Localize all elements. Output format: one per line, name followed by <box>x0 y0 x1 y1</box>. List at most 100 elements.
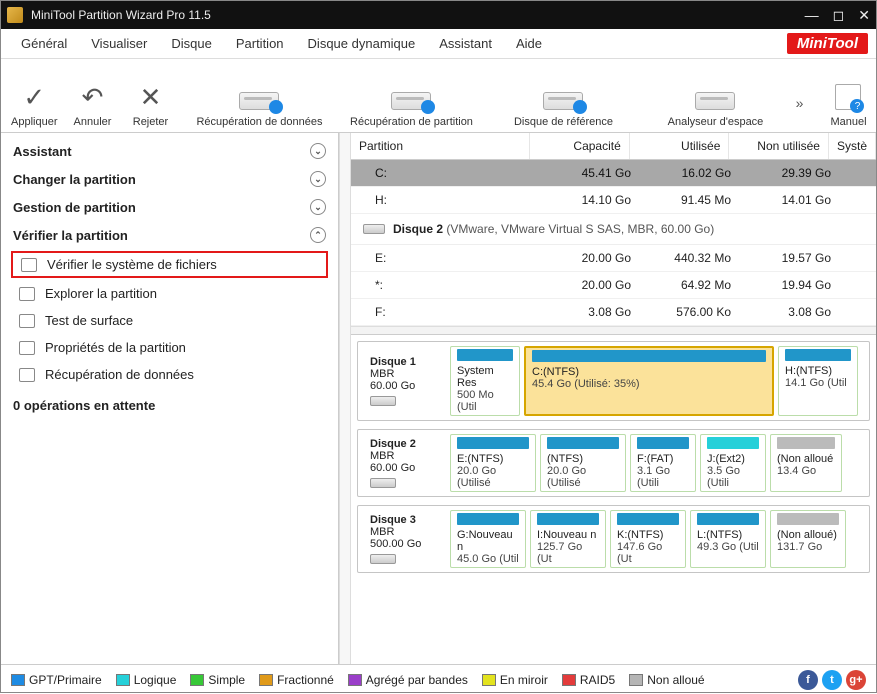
disk-icon <box>370 396 396 406</box>
sidebar-section-manage[interactable]: Gestion de partition⌄ <box>1 193 338 221</box>
partition-block[interactable]: J:(Ext2)3.5 Go (Utili <box>700 434 766 492</box>
benchmark-label: Disque de référence <box>514 116 613 128</box>
partition-recovery-button[interactable]: Récupération de partition <box>341 92 481 128</box>
legend-item: Simple <box>190 673 245 687</box>
menu-partition[interactable]: Partition <box>224 36 296 51</box>
chevron-down-icon: ⌄ <box>310 199 326 215</box>
benchmark-button[interactable]: Disque de référence <box>493 92 633 128</box>
disk-icon <box>543 92 583 110</box>
apply-button[interactable]: ✓Appliquer <box>7 84 61 128</box>
sidebar-item-data-recovery[interactable]: Récupération de données <box>1 361 338 388</box>
facebook-icon[interactable]: f <box>798 670 818 690</box>
space-analyzer-label: Analyseur d'espace <box>668 116 764 128</box>
partition-block[interactable]: (Non alloué)131.7 Go <box>770 510 846 568</box>
sidebar-item-properties[interactable]: Propriétés de la partition <box>1 334 338 361</box>
pending-operations-label: 0 opérations en attente <box>1 388 338 423</box>
book-icon: ? <box>835 84 861 110</box>
disk-icon <box>363 224 385 234</box>
partition-block[interactable]: H:(NTFS)14.1 Go (Util <box>778 346 858 416</box>
title-bar: MiniTool Partition Wizard Pro 11.5 — ◻ ✕ <box>1 1 876 29</box>
close-button[interactable]: ✕ <box>858 7 870 24</box>
menu-view[interactable]: Visualiser <box>79 36 159 51</box>
list-icon <box>19 341 35 355</box>
disk-icon <box>239 92 279 110</box>
partition-block[interactable]: G:Nouveau n45.0 Go (Util <box>450 510 526 568</box>
legend-item: Logique <box>116 673 177 687</box>
legend-item: GPT/Primaire <box>11 673 102 687</box>
toolbar-more-button[interactable]: » <box>789 96 809 128</box>
partition-table: C:45.41 Go16.02 Go29.39 GoH:14.10 Go91.4… <box>351 160 876 326</box>
undo-button[interactable]: ↶Annuler <box>65 84 119 128</box>
apply-label: Appliquer <box>11 116 57 128</box>
partition-block[interactable]: K:(NTFS)147.6 Go (Ut <box>610 510 686 568</box>
menu-general[interactable]: Général <box>9 36 79 51</box>
chevron-down-icon: ⌄ <box>310 143 326 159</box>
table-row[interactable]: *:20.00 Go64.92 Mo19.94 Go <box>351 272 876 299</box>
legend-item: RAID5 <box>562 673 615 687</box>
partition-block[interactable]: (Non alloué13.4 Go <box>770 434 842 492</box>
search-icon <box>19 287 35 301</box>
disk-card: Disque 3MBR500.00 GoG:Nouveau n45.0 Go (… <box>357 505 870 573</box>
partition-block[interactable]: L:(NTFS)49.3 Go (Util <box>690 510 766 568</box>
splitter[interactable] <box>339 133 351 664</box>
sidebar-section-verify[interactable]: Vérifier la partition⌃ <box>1 221 338 249</box>
sidebar-item-check-filesystem[interactable]: Vérifier le système de fichiers <box>11 251 328 278</box>
table-row[interactable]: H:14.10 Go91.45 Mo14.01 Go <box>351 187 876 214</box>
app-icon <box>7 7 23 23</box>
partition-block[interactable]: (NTFS)20.0 Go (Utilisé <box>540 434 626 492</box>
manual-label: Manuel <box>830 116 866 128</box>
col-unused[interactable]: Non utilisée <box>729 133 829 159</box>
google-plus-icon[interactable]: g+ <box>846 670 866 690</box>
space-analyzer-button[interactable]: Analyseur d'espace <box>645 92 785 128</box>
main-panel: Partition Capacité Utilisée Non utilisée… <box>351 133 876 664</box>
window-controls: — ◻ ✕ <box>805 7 870 24</box>
col-system[interactable]: Systè <box>829 133 876 159</box>
menu-assistant[interactable]: Assistant <box>427 36 504 51</box>
menu-bar: Général Visualiser Disque Partition Disq… <box>1 29 876 59</box>
discard-button[interactable]: ✕Rejeter <box>123 84 177 128</box>
legend-item: Fractionné <box>259 673 334 687</box>
maximize-button[interactable]: ◻ <box>833 7 845 24</box>
data-recovery-button[interactable]: Récupération de données <box>189 92 329 128</box>
legend-item: En miroir <box>482 673 548 687</box>
col-partition[interactable]: Partition <box>351 133 530 159</box>
sidebar-item-explore-partition[interactable]: Explorer la partition <box>1 280 338 307</box>
undo-label: Annuler <box>74 116 112 128</box>
table-row[interactable]: C:45.41 Go16.02 Go29.39 Go <box>351 160 876 187</box>
partition-block[interactable]: C:(NTFS)45.4 Go (Utilisé: 35%) <box>524 346 774 416</box>
social-links: f t g+ <box>798 670 866 690</box>
partition-block[interactable]: I:Nouveau n125.7 Go (Ut <box>530 510 606 568</box>
partition-recovery-label: Récupération de partition <box>350 116 473 128</box>
menu-help[interactable]: Aide <box>504 36 554 51</box>
disk-icon <box>370 478 396 488</box>
disk-icon <box>370 554 396 564</box>
disk-header-row[interactable]: Disque 2 (VMware, VMware Virtual S SAS, … <box>351 214 876 245</box>
menu-disk[interactable]: Disque <box>159 36 223 51</box>
disk-card: Disque 1MBR60.00 GoSystem Res500 Mo (Uti… <box>357 341 870 421</box>
table-header: Partition Capacité Utilisée Non utilisée… <box>351 133 876 160</box>
legend-item: Agrégé par bandes <box>348 673 468 687</box>
horizontal-scrollbar[interactable] <box>351 326 876 334</box>
legend: GPT/Primaire Logique Simple Fractionné Agrég… <box>11 673 705 687</box>
manual-button[interactable]: ? Manuel <box>821 84 875 128</box>
disk-map: Disque 1MBR60.00 GoSystem Res500 Mo (Uti… <box>351 334 876 664</box>
partition-block[interactable]: E:(NTFS)20.0 Go (Utilisé <box>450 434 536 492</box>
sidebar-item-surface-test[interactable]: Test de surface <box>1 307 338 334</box>
minimize-button[interactable]: — <box>805 7 819 24</box>
menu-dynamic-disk[interactable]: Disque dynamique <box>296 36 428 51</box>
disk-icon <box>391 92 431 110</box>
search-icon <box>21 258 37 272</box>
table-row[interactable]: E:20.00 Go440.32 Mo19.57 Go <box>351 245 876 272</box>
partition-block[interactable]: F:(FAT)3.1 Go (Utili <box>630 434 696 492</box>
sidebar-section-assistant[interactable]: Assistant⌄ <box>1 137 338 165</box>
col-used[interactable]: Utilisée <box>630 133 730 159</box>
col-capacity[interactable]: Capacité <box>530 133 630 159</box>
window-title: MiniTool Partition Wizard Pro 11.5 <box>31 8 211 22</box>
partition-block[interactable]: System Res500 Mo (Util <box>450 346 520 416</box>
chevron-down-icon: ⌄ <box>310 171 326 187</box>
grid-icon <box>19 314 35 328</box>
table-row[interactable]: F:3.08 Go576.00 Ko3.08 Go <box>351 299 876 326</box>
twitter-icon[interactable]: t <box>822 670 842 690</box>
sidebar-section-change[interactable]: Changer la partition⌄ <box>1 165 338 193</box>
legend-item: Non alloué <box>629 673 704 687</box>
